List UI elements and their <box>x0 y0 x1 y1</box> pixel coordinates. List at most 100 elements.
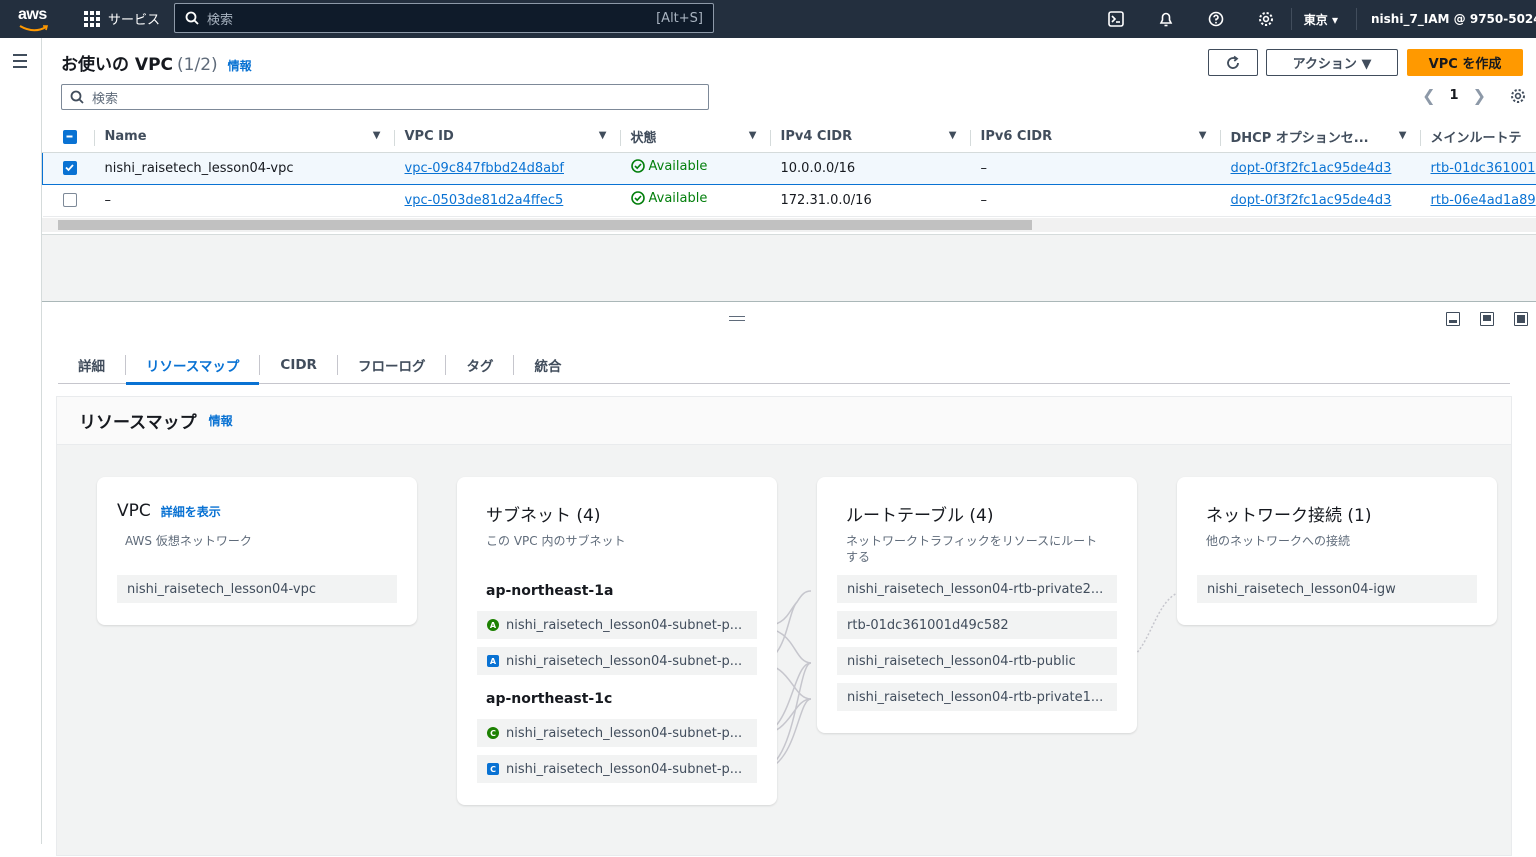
dhcp-link[interactable]: dopt-0f3f2fc1ac95de4d3 <box>1231 193 1392 208</box>
view-details-link[interactable]: 詳細を表示 <box>161 505 221 519</box>
table-settings-icon[interactable] <box>1510 88 1526 104</box>
chevron-right-icon[interactable]: ❯ <box>1473 86 1486 105</box>
page-title: お使いの VPC (1/2) 情報 <box>61 50 252 75</box>
subnet-badge-icon: A <box>487 619 499 631</box>
vpc-search-input[interactable]: 検索 <box>61 84 709 110</box>
aws-logo-text: aws <box>18 6 47 23</box>
horizontal-scrollbar[interactable] <box>42 218 1536 232</box>
column-header-ipv4-cidr[interactable]: IPv4 CIDR▼ <box>771 122 971 152</box>
account-menu[interactable]: nishi_7_IAM @ 9750-5024-27 <box>1356 8 1536 30</box>
page-title-text: お使いの VPC <box>61 50 173 75</box>
row-checkbox[interactable] <box>43 152 95 184</box>
tab-integrations[interactable]: 統合 <box>514 355 581 375</box>
tab-cidr[interactable]: CIDR <box>260 355 338 375</box>
column-header-status[interactable]: 状態▼ <box>621 122 771 152</box>
refresh-button[interactable] <box>1208 49 1258 76</box>
help-icon[interactable] <box>1191 0 1241 38</box>
vpc-id-link[interactable]: vpc-09c847fbbd24d8abf <box>405 161 564 176</box>
subnet-card: サブネット (4) この VPC 内のサブネット ap-northeast-1a… <box>457 477 777 805</box>
column-header-name[interactable]: Name▼ <box>95 122 395 152</box>
subnet-card-title: サブネット (4) <box>486 501 600 526</box>
vpc-item[interactable]: nishi_raisetech_lesson04-vpc <box>117 575 397 603</box>
vpc-name: nishi_raisetech_lesson04-vpc <box>95 152 395 184</box>
ipv6-cidr: – <box>971 152 1221 184</box>
subnet-item[interactable]: Cnishi_raisetech_lesson04-subnet-p... <box>477 719 757 747</box>
panel-full-icon[interactable] <box>1514 312 1528 326</box>
resource-map-connectors <box>57 397 1511 857</box>
global-search-input[interactable]: 検索 [Alt+S] <box>174 3 714 33</box>
route-table-card: ルートテーブル (4) ネットワークトラフィックをリソースにルートする nish… <box>817 477 1137 733</box>
ipv6-cidr: – <box>971 184 1221 216</box>
tab-resource-map[interactable]: リソースマップ <box>126 355 260 375</box>
route-table-link[interactable]: rtb-06e4ad1a89 <box>1431 193 1536 208</box>
panel-bottom-icon[interactable] <box>1446 312 1460 326</box>
subnet-badge-icon: A <box>487 655 499 667</box>
search-icon <box>185 11 199 25</box>
refresh-icon <box>1225 55 1241 71</box>
subnet-item[interactable]: Anishi_raisetech_lesson04-subnet-p... <box>477 647 757 675</box>
ipv4-cidr: 172.31.0.0/16 <box>771 184 971 216</box>
table-row[interactable]: – vpc-0503de81d2a4ffec5 Available 172.31… <box>43 184 1536 216</box>
notifications-icon[interactable] <box>1141 0 1191 38</box>
subnet-card-subtitle: この VPC 内のサブネット <box>486 533 625 549</box>
search-icon <box>70 90 84 104</box>
region-selector[interactable]: 東京 ▾ <box>1291 8 1356 30</box>
vpc-table: Name▼ VPC ID▼ 状態▼ IPv4 CIDR▼ IPv6 CIDR▼ … <box>42 122 1536 217</box>
tab-tags[interactable]: タグ <box>446 355 514 375</box>
vpc-card-title: VPC詳細を表示 <box>117 501 221 521</box>
panel-layout-icons <box>1446 312 1528 326</box>
route-table-card-subtitle: ネットワークトラフィックをリソースにルートする <box>846 533 1108 565</box>
tab-flow-logs[interactable]: フローログ <box>338 355 447 375</box>
column-header-ipv6-cidr[interactable]: IPv6 CIDR▼ <box>971 122 1221 152</box>
dhcp-link[interactable]: dopt-0f3f2fc1ac95de4d3 <box>1231 161 1392 176</box>
vpc-search-placeholder: 検索 <box>92 88 118 107</box>
subnet-badge-icon: C <box>487 763 499 775</box>
selection-count: (1/2) <box>177 55 218 75</box>
info-link[interactable]: 情報 <box>228 57 252 74</box>
detail-tabs: 詳細 リソースマップ CIDR フローログ タグ 統合 <box>58 346 1510 384</box>
services-menu[interactable]: サービス <box>84 9 160 28</box>
availability-zone-label: ap-northeast-1c <box>486 691 612 707</box>
search-placeholder: 検索 <box>207 9 656 28</box>
panel-half-icon[interactable] <box>1480 312 1494 326</box>
check-circle-icon <box>631 159 645 173</box>
cloudshell-icon[interactable] <box>1091 0 1141 38</box>
select-all-checkbox[interactable] <box>43 122 95 152</box>
subnet-item[interactable]: Cnishi_raisetech_lesson04-subnet-p... <box>477 755 757 783</box>
settings-icon[interactable] <box>1241 0 1291 38</box>
subnet-item[interactable]: Anishi_raisetech_lesson04-subnet-p... <box>477 611 757 639</box>
create-vpc-button[interactable]: VPC を作成 <box>1407 49 1523 76</box>
route-table-item[interactable]: nishi_raisetech_lesson04-rtb-private1... <box>837 683 1117 711</box>
services-label: サービス <box>108 9 160 28</box>
column-header-vpc-id[interactable]: VPC ID▼ <box>395 122 621 152</box>
side-navigation <box>0 38 42 844</box>
split-gap <box>42 235 1536 302</box>
menu-icon[interactable] <box>13 54 27 72</box>
network-card-title: ネットワーク接続 (1) <box>1206 501 1371 526</box>
subnet-badge-icon: C <box>487 727 499 739</box>
chevron-left-icon[interactable]: ❮ <box>1422 86 1435 105</box>
aws-logo[interactable]: aws <box>18 6 52 32</box>
row-checkbox[interactable] <box>43 184 95 216</box>
page-number[interactable]: 1 <box>1450 88 1459 103</box>
check-circle-icon <box>631 191 645 205</box>
column-header-dhcp[interactable]: DHCP オプションセ...▼ <box>1221 122 1421 152</box>
tab-details[interactable]: 詳細 <box>58 355 126 375</box>
vpc-id-link[interactable]: vpc-0503de81d2a4ffec5 <box>405 193 564 208</box>
route-table-item[interactable]: nishi_raisetech_lesson04-rtb-private2... <box>837 575 1117 603</box>
route-table-item[interactable]: nishi_raisetech_lesson04-rtb-public <box>837 647 1117 675</box>
search-shortcut: [Alt+S] <box>656 11 703 26</box>
resize-handle[interactable] <box>729 316 745 324</box>
column-header-main-route-table[interactable]: メインルートテ <box>1421 122 1536 152</box>
table-row[interactable]: nishi_raisetech_lesson04-vpc vpc-09c847f… <box>43 152 1536 184</box>
internet-gateway-item[interactable]: nishi_raisetech_lesson04-igw <box>1197 575 1477 603</box>
vpc-card-subtitle: AWS 仮想ネットワーク <box>125 533 252 549</box>
actions-button[interactable]: アクション ▼ <box>1266 49 1398 76</box>
top-utility-icons: 東京 ▾ nishi_7_IAM @ 9750-5024-27 <box>1091 0 1536 38</box>
vpc-card: VPC詳細を表示 AWS 仮想ネットワーク nishi_raisetech_le… <box>97 477 417 625</box>
route-table-link[interactable]: rtb-01dc361001 <box>1431 161 1536 176</box>
route-table-item[interactable]: rtb-01dc361001d49c582 <box>837 611 1117 639</box>
scrollbar-thumb[interactable] <box>58 220 1032 230</box>
detail-panel: 詳細 リソースマップ CIDR フローログ タグ 統合 リソースマップ 情報 <box>42 302 1536 844</box>
aws-smile-icon <box>18 24 50 32</box>
